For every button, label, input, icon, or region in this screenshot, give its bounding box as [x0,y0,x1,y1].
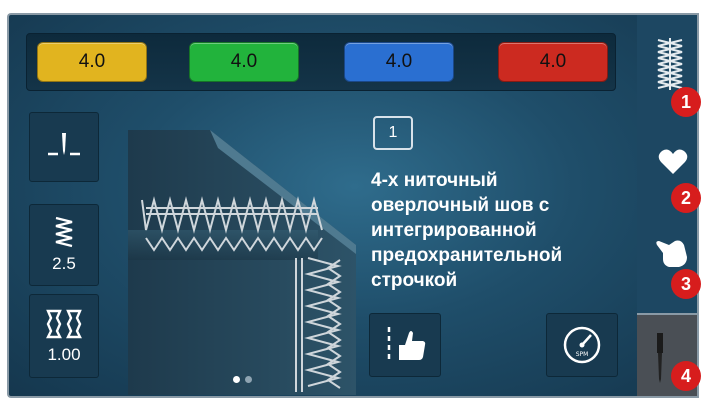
page-dot[interactable] [245,376,252,383]
differential-feed-button[interactable]: 1.00 [29,294,99,378]
needle-position-button[interactable] [29,112,99,182]
heart-icon [658,149,688,174]
page-dot-active[interactable] [233,376,240,383]
stitch-number-badge: 1 [373,116,413,150]
speed-gauge-icon: SPM [563,326,601,364]
stitch-title-line: оверлочный шов с [371,195,550,216]
svg-text:SPM: SPM [576,351,589,358]
stitch-menu-button[interactable] [650,34,690,94]
foot-control-button[interactable] [369,313,441,377]
callout-2: 2 [671,183,701,213]
threading-button[interactable] [648,328,672,388]
differential-feed-icon [46,309,82,339]
stitch-title-line: предохранительной [371,245,563,266]
callout-1: 1 [671,87,701,117]
stitch-length-button[interactable]: 2.5 [29,204,99,286]
tension-button-yellow[interactable]: 4.0 [37,42,147,82]
hand-icon [656,240,687,267]
needle-position-icon [48,133,80,156]
tension-button-green[interactable]: 4.0 [189,42,299,82]
sewing-speed-button[interactable]: SPM [546,313,618,377]
overlock-stitch-illustration [128,130,356,395]
stitch-pattern-icon [657,38,683,90]
page-indicator[interactable] [233,376,252,383]
stitch-title-line: интегрированной [371,220,537,241]
tension-button-blue[interactable]: 4.0 [344,42,454,82]
callout-3: 3 [671,269,701,299]
differential-feed-value: 1.00 [47,345,81,364]
foot-control-icon [387,327,426,363]
tutorial-button[interactable] [651,233,691,273]
stitch-title: 4-х ниточный оверлочный шов с интегриров… [371,168,631,293]
favorites-button[interactable] [655,145,691,179]
stitch-length-icon [55,216,73,248]
stitch-title-line: 4-х ниточный [371,170,498,191]
callout-4: 4 [671,361,701,391]
stitch-title-line: строчкой [371,270,458,291]
needle-icon [657,333,663,383]
tension-button-red[interactable]: 4.0 [498,42,608,82]
stitch-length-value: 2.5 [52,254,76,273]
